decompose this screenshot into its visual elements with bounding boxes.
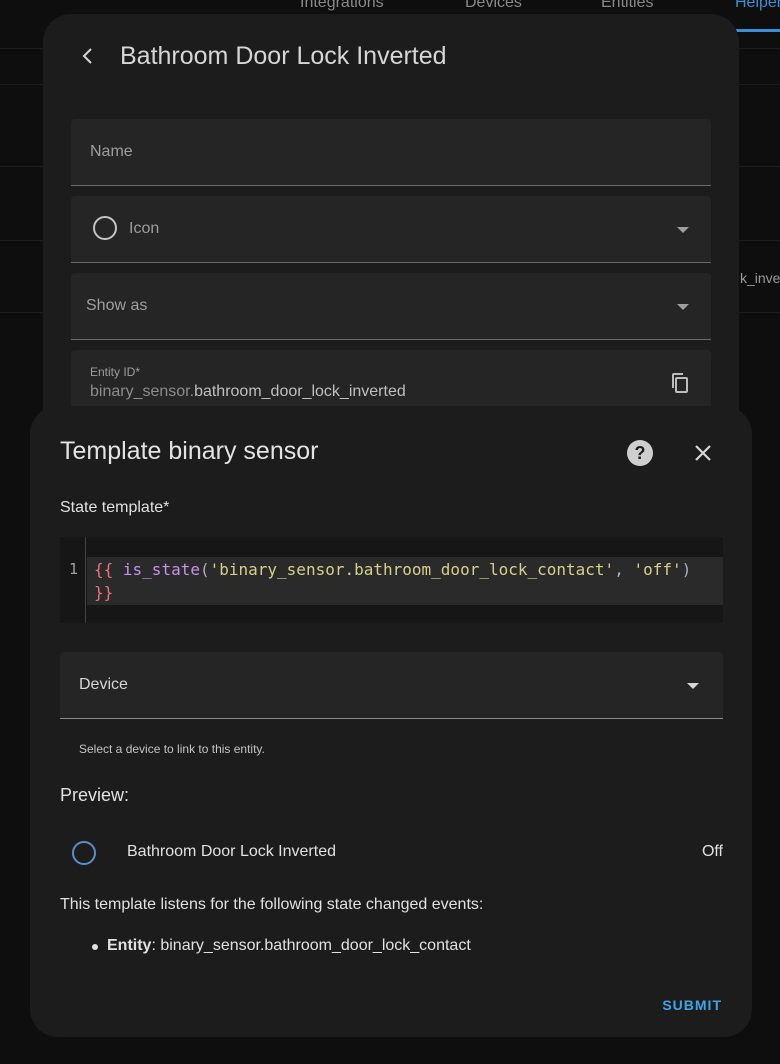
icon-picker[interactable]: Icon bbox=[71, 196, 711, 263]
back-button[interactable] bbox=[76, 44, 100, 68]
background-row-text: k_inver bbox=[740, 270, 780, 286]
close-button[interactable] bbox=[691, 441, 715, 465]
arrow-left-icon bbox=[82, 48, 92, 64]
list-bullet bbox=[92, 944, 98, 950]
code-token-string: 'binary_sensor.bathroom_door_lock_contac… bbox=[209, 560, 615, 579]
copy-button[interactable] bbox=[668, 371, 692, 395]
preview-heading: Preview: bbox=[60, 785, 130, 805]
show-as-select[interactable]: Show as bbox=[71, 273, 711, 340]
listen-item-separator: : bbox=[151, 937, 161, 954]
dialog-title: Template binary sensor bbox=[60, 437, 319, 465]
tab-integrations[interactable]: Integrations bbox=[300, 0, 384, 12]
device-label: Device bbox=[79, 676, 128, 693]
tab-devices[interactable]: Devices bbox=[465, 0, 522, 12]
code-token-paren: ) bbox=[681, 560, 692, 579]
listen-item-type: Entity bbox=[107, 937, 152, 954]
code-token-string: 'off' bbox=[633, 560, 682, 579]
entity-id-label: Entity ID* bbox=[90, 365, 141, 379]
preview-entity-name: Bathroom Door Lock Inverted bbox=[127, 843, 336, 860]
circle-outline-icon bbox=[93, 216, 117, 240]
code-token-open: {{ bbox=[94, 560, 123, 579]
tab-helpers[interactable]: Helpers bbox=[735, 0, 780, 12]
icon-field-label: Icon bbox=[129, 220, 160, 237]
code-token-paren: ( bbox=[199, 560, 210, 579]
line-number: 1 bbox=[69, 560, 79, 578]
state-circle-icon bbox=[72, 841, 96, 865]
code-gutter: 1 bbox=[60, 537, 86, 623]
state-template-label: State template* bbox=[60, 499, 170, 516]
name-field-label: Name bbox=[90, 143, 133, 160]
listen-list-item: Entity: binary_sensor.bathroom_door_lock… bbox=[107, 937, 471, 955]
name-field[interactable]: Name bbox=[71, 119, 711, 186]
device-helper-text: Select a device to link to this entity. bbox=[79, 742, 265, 756]
submit-button[interactable]: SUBMIT bbox=[662, 997, 722, 1013]
entity-id-object: bathroom_door_lock_inverted bbox=[194, 383, 406, 400]
template-binary-sensor-dialog: Template binary sensor ? State template*… bbox=[30, 406, 752, 1037]
entity-id-domain: binary_sensor. bbox=[90, 383, 195, 400]
entity-settings-dialog: Bathroom Door Lock Inverted Name Icon Sh… bbox=[43, 14, 739, 474]
code-editor[interactable]: 1 {{ is_state('binary_sensor.bathroom_do… bbox=[60, 537, 723, 623]
close-icon bbox=[695, 445, 711, 461]
code-token-comma: , bbox=[614, 560, 634, 579]
content-copy-icon bbox=[672, 373, 688, 393]
help-icon[interactable]: ? bbox=[627, 440, 653, 466]
chevron-down-icon bbox=[687, 683, 699, 689]
chevron-down-icon bbox=[677, 227, 689, 233]
device-select[interactable]: Device bbox=[60, 652, 723, 719]
dialog-title: Bathroom Door Lock Inverted bbox=[120, 42, 447, 70]
listen-item-entity: binary_sensor.bathroom_door_lock_contact bbox=[160, 937, 471, 954]
show-as-label: Show as bbox=[86, 297, 148, 314]
code-line[interactable]: {{ is_state('binary_sensor.bathroom_door… bbox=[94, 558, 714, 604]
tab-entities[interactable]: Entities bbox=[601, 0, 653, 12]
preview-entity-state: Off bbox=[701, 843, 723, 860]
active-tab-indicator bbox=[736, 29, 780, 32]
listens-description: This template listens for the following … bbox=[60, 896, 484, 913]
code-token-function: is_state bbox=[122, 560, 200, 579]
entity-id-value: binary_sensor.bathroom_door_lock_inverte… bbox=[90, 383, 406, 401]
chevron-down-icon bbox=[677, 304, 689, 310]
